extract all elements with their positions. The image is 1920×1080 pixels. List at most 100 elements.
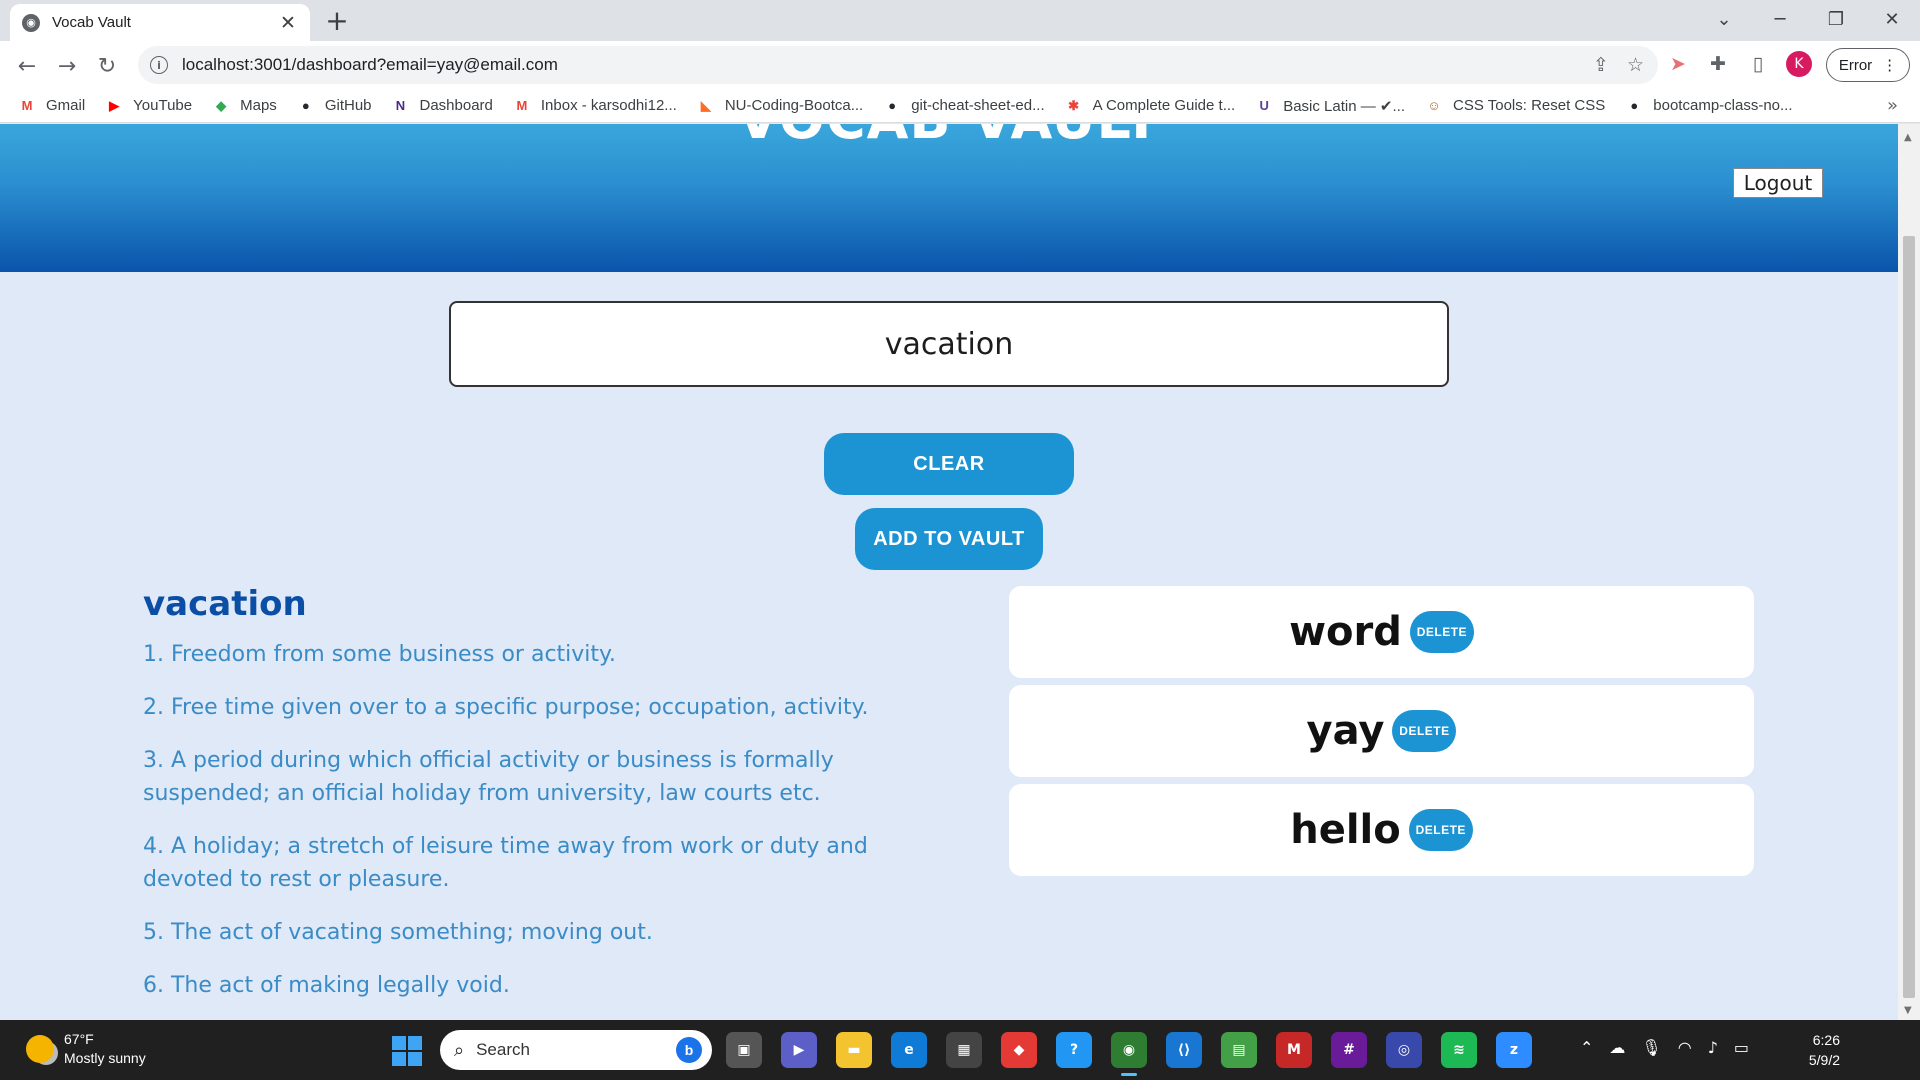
bookmark-item[interactable]: ● bootcamp-class-no... (1625, 97, 1792, 115)
bookmark-label: NU-Coding-Bootca... (724, 97, 864, 114)
minimize-button[interactable]: ─ (1752, 0, 1808, 38)
kebab-menu-icon[interactable]: ⋮ (1882, 56, 1897, 74)
clear-button[interactable]: CLEAR (824, 433, 1074, 495)
task-view-icon[interactable]: ▣ (726, 1032, 762, 1068)
bookmark-item[interactable]: ☺ CSS Tools: Reset CSS (1425, 97, 1605, 115)
definition-word: vacation (143, 584, 307, 624)
vault-list: word DELETE yay DELETE hello DELETE (1009, 586, 1754, 883)
delete-button[interactable]: DELETE (1409, 611, 1474, 653)
new-tab-button[interactable]: + (322, 6, 352, 36)
bookmark-item[interactable]: ● GitHub (297, 97, 372, 115)
definition-item: 5. The act of vacating something; moving… (143, 920, 653, 945)
bing-icon[interactable]: b (676, 1037, 702, 1063)
wifi-icon[interactable]: ◠ (1678, 1038, 1692, 1057)
share-icon[interactable]: ⇪ (1593, 54, 1609, 76)
bookmark-item[interactable]: U Basic Latin — ✔... (1255, 97, 1405, 115)
weather-widget[interactable]: 67°F Mostly sunny (26, 1030, 146, 1068)
bookmark-star-icon[interactable]: ☆ (1627, 54, 1644, 76)
profile-avatar[interactable]: K (1786, 51, 1812, 77)
bookmark-label: bootcamp-class-no... (1653, 97, 1793, 114)
zoom-icon[interactable]: z (1496, 1032, 1532, 1068)
vault-word[interactable]: word (1289, 609, 1402, 655)
scroll-down-arrow[interactable]: ▼ (1904, 1005, 1912, 1016)
chevron-down-icon[interactable]: ⌄ (1696, 0, 1752, 38)
bookmark-label: CSS Tools: Reset CSS (1452, 97, 1606, 114)
scroll-up-arrow[interactable]: ▲ (1904, 132, 1912, 143)
unicode-table-icon: U (1259, 98, 1269, 113)
bookmark-label: GitHub (324, 97, 372, 114)
chrome-icon[interactable]: ◉ (1111, 1032, 1147, 1076)
back-button[interactable]: ← (12, 51, 42, 81)
vscode-icon[interactable]: ⟨⟩ (1166, 1032, 1202, 1068)
word-search-input[interactable]: vacation (449, 301, 1449, 387)
bookmark-label: git-cheat-sheet-ed... (911, 97, 1045, 114)
bookmark-item[interactable]: ✱ A Complete Guide t... (1065, 97, 1236, 115)
bookmark-item[interactable]: ◣ NU-Coding-Bootca... (697, 97, 863, 115)
browser-tab[interactable]: ◉ Vocab Vault ✕ (10, 4, 310, 41)
bookmark-label: A Complete Guide t... (1092, 97, 1236, 114)
url-text[interactable]: localhost:3001/dashboard?email=yay@email… (182, 55, 1593, 75)
bookmark-item[interactable]: M Inbox - karsodhi12... (513, 97, 676, 115)
vault-word[interactable]: yay (1307, 708, 1385, 754)
battery-icon[interactable]: ▭ (1734, 1038, 1749, 1057)
bookmark-item[interactable]: N Dashboard (392, 97, 493, 115)
add-to-vault-button[interactable]: ADD TO VAULT (855, 508, 1043, 570)
csstricks-icon: ✱ (1068, 97, 1080, 113)
bookmark-label: Maps (240, 97, 277, 114)
definition-item: 4. A holiday; a stretch of leisure time … (143, 834, 868, 892)
close-window-button[interactable]: ✕ (1864, 0, 1920, 38)
maps-icon: ◆ (216, 97, 227, 113)
error-chip[interactable]: Error ⋮ (1826, 48, 1910, 82)
microsoft-store-icon[interactable]: ▦ (946, 1032, 982, 1068)
chevron-double-right-icon[interactable]: » (1887, 95, 1898, 116)
forward-button[interactable]: → (52, 51, 82, 81)
address-bar[interactable]: i localhost:3001/dashboard?email=yay@ema… (138, 46, 1658, 84)
delete-button[interactable]: DELETE (1392, 710, 1457, 752)
vault-card: yay DELETE (1009, 685, 1754, 777)
spotify-icon[interactable]: ≋ (1441, 1032, 1477, 1068)
github-icon: ● (1630, 98, 1639, 113)
scroll-thumb[interactable] (1903, 236, 1915, 998)
logout-button[interactable]: Logout (1733, 168, 1823, 198)
delete-button[interactable]: DELETE (1408, 809, 1473, 851)
browser-toolbar: ← → ↻ i localhost:3001/dashboard?email=y… (0, 41, 1920, 89)
clock-time: 6:26 (1812, 1032, 1840, 1048)
reload-button[interactable]: ↻ (92, 51, 122, 81)
edge-icon[interactable]: e (891, 1032, 927, 1068)
onedrive-icon[interactable]: ☁ (1609, 1038, 1625, 1057)
taskbar-apps: ▣ ▶ ▬ e ▦ ◆ ? ◉ ⟨⟩ ▤ M # ◎ ≋ z (726, 1032, 1532, 1076)
extension-icon[interactable]: ➤ (1666, 52, 1690, 76)
microphone-icon[interactable]: 🎙 (1641, 1038, 1661, 1057)
bookmark-item[interactable]: ▶ YouTube (105, 97, 192, 115)
side-panel-icon[interactable]: ▯ (1746, 52, 1770, 76)
vault-card: hello DELETE (1009, 784, 1754, 876)
page-scrollbar[interactable]: ▲ ▼ (1898, 124, 1920, 1020)
extensions-area: ➤ ✚ ▯ K (1666, 51, 1812, 77)
taskbar-search[interactable]: ⌕ Search b (440, 1030, 712, 1070)
app-header: VOCAB VAULT Logout (0, 124, 1898, 272)
chrome-dev-icon[interactable]: ◎ (1386, 1032, 1422, 1068)
windows-start-icon[interactable] (392, 1036, 422, 1066)
definition-item: 3. A period during which official activi… (143, 748, 834, 806)
site-info-icon[interactable]: i (150, 56, 168, 74)
teams-chat-icon[interactable]: ▶ (781, 1032, 817, 1068)
slack-icon[interactable]: # (1331, 1032, 1367, 1068)
close-tab-icon[interactable]: ✕ (278, 12, 298, 34)
mcafee-icon[interactable]: M (1276, 1032, 1312, 1068)
chevron-up-icon[interactable]: ⌃ (1580, 1038, 1593, 1057)
file-explorer-icon[interactable]: ▬ (836, 1032, 872, 1068)
bookmark-item[interactable]: M Gmail (18, 97, 86, 115)
definition-panel: vacation 1. Freedom from some business o… (143, 584, 873, 1020)
speaker-icon[interactable]: ♪ (1708, 1038, 1718, 1057)
temperature: 67°F (64, 1031, 94, 1047)
bookmark-item[interactable]: ◆ Maps (212, 97, 277, 115)
system-clock[interactable]: 6:26 5/9/2 (1790, 1030, 1840, 1070)
puzzle-icon[interactable]: ✚ (1706, 52, 1730, 76)
restore-button[interactable]: ❐ (1808, 0, 1864, 38)
spreadsheet-icon[interactable]: ▤ (1221, 1032, 1257, 1068)
bookmark-item[interactable]: ● git-cheat-sheet-ed... (883, 97, 1044, 115)
app-diamond-icon[interactable]: ◆ (1001, 1032, 1037, 1068)
vault-word[interactable]: hello (1290, 807, 1401, 853)
window-controls: ⌄ ─ ❐ ✕ (1696, 0, 1920, 38)
help-icon[interactable]: ? (1056, 1032, 1092, 1068)
